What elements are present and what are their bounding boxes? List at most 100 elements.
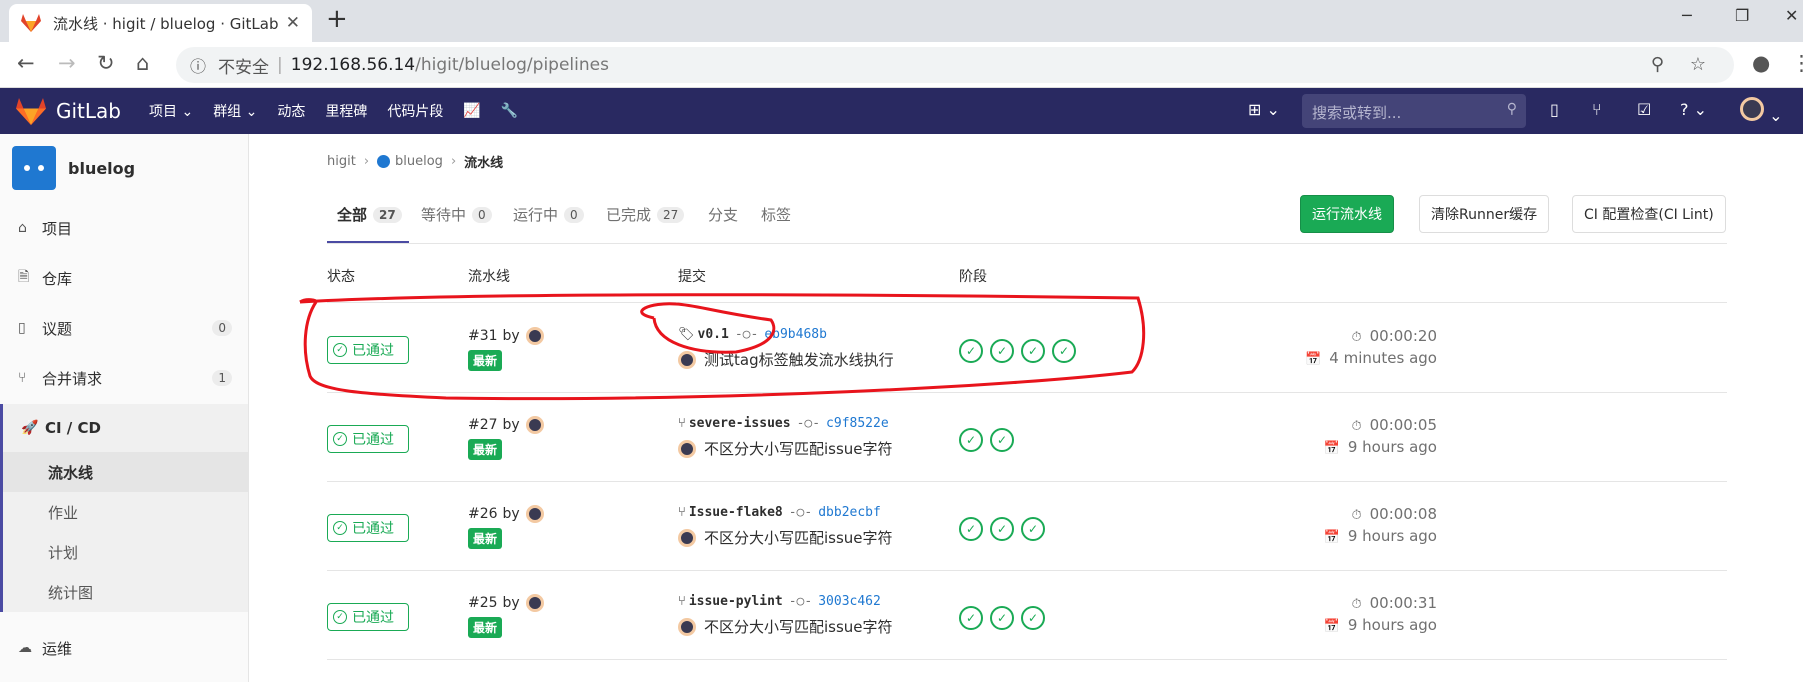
stage-passed-icon[interactable]: ✓ [1021, 339, 1045, 363]
commit-sha-link[interactable]: dbb2ecbf [818, 505, 881, 520]
status-badge[interactable]: ✓ 已通过 [327, 603, 409, 631]
stage-passed-icon[interactable]: ✓ [959, 606, 983, 630]
sidebar-item-issues[interactable]: ▯ 议题 0 [0, 306, 248, 350]
home-icon[interactable]: ⌂ [136, 51, 149, 75]
user-avatar[interactable]: ⌄ [1740, 97, 1783, 125]
pipeline-row: ✓ 已通过 #26 by 最新 ⑂ Issue-flake8 -○- dbb2ecbf 不区分大小… [327, 483, 1727, 571]
new-dropdown-icon[interactable]: ⊞ ⌄ [1248, 100, 1280, 119]
reload-icon[interactable]: ↻ [97, 51, 115, 75]
commit-sha-link[interactable]: c9f8522e [826, 416, 889, 431]
new-tab-button[interactable]: + [326, 4, 348, 34]
gitlab-logo[interactable]: GitLab [16, 97, 149, 125]
ref-name-link[interactable]: issue-pylint [689, 594, 783, 609]
forward-icon[interactable]: → [58, 51, 76, 75]
stage-passed-icon[interactable]: ✓ [990, 339, 1014, 363]
breadcrumb-project[interactable]: bluelog [395, 154, 443, 169]
commit-title-link[interactable]: 不区分大小写匹配issue字符 [704, 527, 893, 548]
status-badge[interactable]: ✓ 已通过 [327, 514, 409, 542]
commit-title-link[interactable]: 不区分大小写匹配issue字符 [704, 616, 893, 637]
author-avatar[interactable] [678, 439, 696, 458]
browser-tab[interactable]: 流水线 · higit / bluelog · GitLab ✕ [9, 4, 312, 42]
minimize-icon[interactable]: ─ [1682, 6, 1692, 25]
stage-passed-icon[interactable]: ✓ [990, 606, 1014, 630]
ref-name-link[interactable]: severe-issues [689, 416, 791, 431]
help-icon[interactable]: ? ⌄ [1680, 100, 1707, 119]
author-avatar[interactable] [678, 528, 696, 547]
tab-finished[interactable]: 已完成 27 [606, 204, 685, 225]
status-badge[interactable]: ✓ 已通过 [327, 425, 409, 453]
timer-icon: ⏱ [1351, 508, 1362, 523]
sidebar-sub-jobs[interactable]: 作业 [0, 492, 248, 532]
profile-icon[interactable]: ● [1752, 51, 1770, 75]
sidebar-sub-pipelines[interactable]: 流水线 [0, 452, 248, 492]
user-avatar[interactable] [525, 416, 544, 434]
nav-snippets[interactable]: 代码片段 [387, 101, 443, 121]
clear-runner-cache-button[interactable]: 清除Runner缓存 [1419, 195, 1550, 233]
user-avatar[interactable] [525, 327, 544, 345]
author-avatar[interactable] [678, 617, 696, 636]
chart-icon[interactable]: 📈 [463, 103, 480, 119]
tab-count: 0 [564, 206, 584, 223]
sidebar-project[interactable]: bluelog [12, 146, 135, 190]
commit-message: 不区分大小写匹配issue字符 [678, 527, 893, 548]
url-input[interactable]: ⓘ 不安全 | 192.168.56.14 /higit/bluelog/pip… [176, 47, 1734, 83]
tab-pending[interactable]: 等待中 0 [421, 204, 492, 225]
tab-all[interactable]: 全部 27 [337, 204, 402, 225]
sidebar-item-merge-requests[interactable]: ⑂ 合并请求 1 [0, 356, 248, 400]
stage-passed-icon[interactable]: ✓ [1021, 606, 1045, 630]
commit-sha-link[interactable]: eb9b468b [764, 327, 827, 342]
nav-groups[interactable]: 群组 ⌄ [213, 101, 257, 121]
ref-name-link[interactable]: v0.1 [698, 327, 729, 342]
todo-icon[interactable]: ☑ [1637, 100, 1651, 119]
stage-passed-icon[interactable]: ✓ [990, 517, 1014, 541]
pipeline-id-link[interactable]: #25 [468, 595, 498, 611]
wrench-icon[interactable]: 🔧 [501, 103, 518, 119]
sidebar-item-label: 仓库 [42, 269, 73, 288]
search-input[interactable]: 搜索或转到... ⚲ [1302, 94, 1526, 128]
stage-passed-icon[interactable]: ✓ [959, 428, 983, 452]
nav-projects[interactable]: 项目 ⌄ [149, 101, 193, 121]
tab-tags[interactable]: 标签 [761, 204, 791, 225]
user-avatar[interactable] [525, 505, 544, 523]
pipeline-id-link[interactable]: #27 [468, 417, 498, 433]
commit-title-link[interactable]: 不区分大小写匹配issue字符 [704, 438, 893, 459]
tab-running[interactable]: 运行中 0 [513, 204, 584, 225]
commit-sha-link[interactable]: 3003c462 [818, 594, 881, 609]
sidebar-item-repository[interactable]: 🗎 仓库 [0, 256, 248, 300]
menu-icon[interactable]: ⋮ [1791, 51, 1803, 75]
zoom-icon[interactable]: ⚲ [1651, 54, 1664, 75]
sidebar-item-cicd[interactable]: 🚀 CI / CD [0, 404, 248, 452]
close-window-icon[interactable]: ✕ [1785, 6, 1798, 25]
breadcrumb-group[interactable]: higit [327, 154, 356, 169]
sidebar-sub-charts[interactable]: 统计图 [0, 572, 248, 612]
pipeline-id-link[interactable]: #31 [468, 328, 498, 344]
nav-milestones[interactable]: 里程碑 [325, 101, 367, 121]
user-avatar[interactable] [525, 594, 544, 612]
stage-passed-icon[interactable]: ✓ [959, 517, 983, 541]
sidebar-sub-schedules[interactable]: 计划 [0, 532, 248, 572]
ci-lint-button[interactable]: CI 配置检查(CI Lint) [1572, 195, 1726, 233]
cloud-icon: ☁ [18, 640, 32, 656]
restore-icon[interactable]: ❐ [1735, 6, 1749, 25]
stage-passed-icon[interactable]: ✓ [959, 339, 983, 363]
pipeline-row: ✓ 已通过 #31 by 最新 🏷 v0.1 -○- eb9b468b 测试tag标签触发流水线执… [327, 305, 1727, 393]
status-badge[interactable]: ✓ 已通过 [327, 336, 409, 364]
commit-title-link[interactable]: 测试tag标签触发流水线执行 [704, 349, 894, 370]
nav-activity[interactable]: 动态 [277, 101, 305, 121]
sidebar-item-project[interactable]: ⌂ 项目 [0, 206, 248, 250]
merge-requests-icon[interactable]: ⑂ [1592, 100, 1602, 119]
tab-close-icon[interactable]: ✕ [286, 13, 300, 33]
info-icon[interactable]: ⓘ [190, 53, 206, 77]
stage-passed-icon[interactable]: ✓ [1052, 339, 1076, 363]
tab-branches[interactable]: 分支 [708, 204, 738, 225]
author-avatar[interactable] [678, 350, 696, 369]
stage-passed-icon[interactable]: ✓ [990, 428, 1014, 452]
sidebar-toggle-icon[interactable]: ▯ [1550, 100, 1559, 119]
sidebar-item-operations[interactable]: ☁ 运维 [0, 626, 248, 670]
bookmark-star-icon[interactable]: ☆ [1690, 54, 1706, 75]
run-pipeline-button[interactable]: 运行流水线 [1300, 195, 1394, 233]
ref-name-link[interactable]: Issue-flake8 [689, 505, 783, 520]
pipeline-id-link[interactable]: #26 [468, 506, 498, 522]
stage-passed-icon[interactable]: ✓ [1021, 517, 1045, 541]
back-icon[interactable]: ← [17, 51, 35, 75]
